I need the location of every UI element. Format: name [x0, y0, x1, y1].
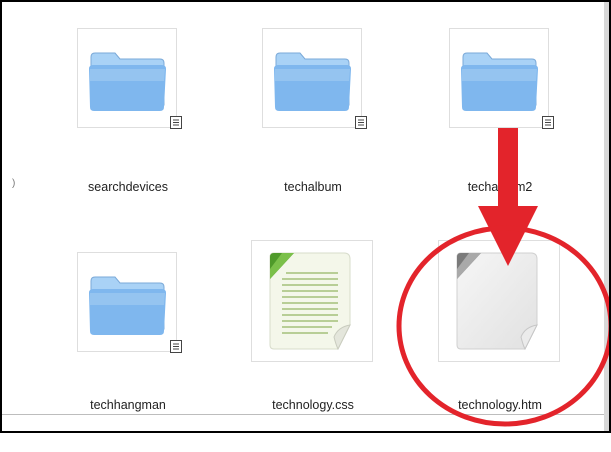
- css-file-icon[interactable]: [251, 240, 373, 362]
- file-name[interactable]: searchdevices: [48, 180, 208, 194]
- file-badge-icon: [355, 116, 367, 129]
- htm-file-icon[interactable]: [438, 240, 560, 362]
- file-tile[interactable]: searchdevices: [48, 28, 208, 228]
- file-tile[interactable]: technology.css: [233, 240, 393, 440]
- stray-mark: ): [12, 178, 16, 189]
- page-edge: [604, 2, 609, 431]
- file-name[interactable]: techalbum2: [420, 180, 580, 194]
- file-name[interactable]: technology.htm: [420, 398, 580, 412]
- file-badge-icon: [542, 116, 554, 129]
- folder-icon[interactable]: [449, 28, 549, 128]
- file-badge-icon: [170, 340, 182, 353]
- folder-icon[interactable]: [77, 252, 177, 352]
- folder-icon[interactable]: [262, 28, 362, 128]
- file-name[interactable]: technology.css: [233, 398, 393, 412]
- file-tile[interactable]: technology.htm: [420, 240, 580, 440]
- file-tile[interactable]: techalbum2: [420, 28, 580, 228]
- file-name[interactable]: techalbum: [233, 180, 393, 194]
- file-tile[interactable]: techalbum: [233, 28, 393, 228]
- file-badge-icon: [170, 116, 182, 129]
- folder-icon[interactable]: [77, 28, 177, 128]
- file-tile[interactable]: techhangman: [48, 252, 208, 452]
- file-browser-panel: ) searchdevices techalbum techalbum2 tec…: [0, 0, 611, 433]
- file-name[interactable]: techhangman: [48, 398, 208, 412]
